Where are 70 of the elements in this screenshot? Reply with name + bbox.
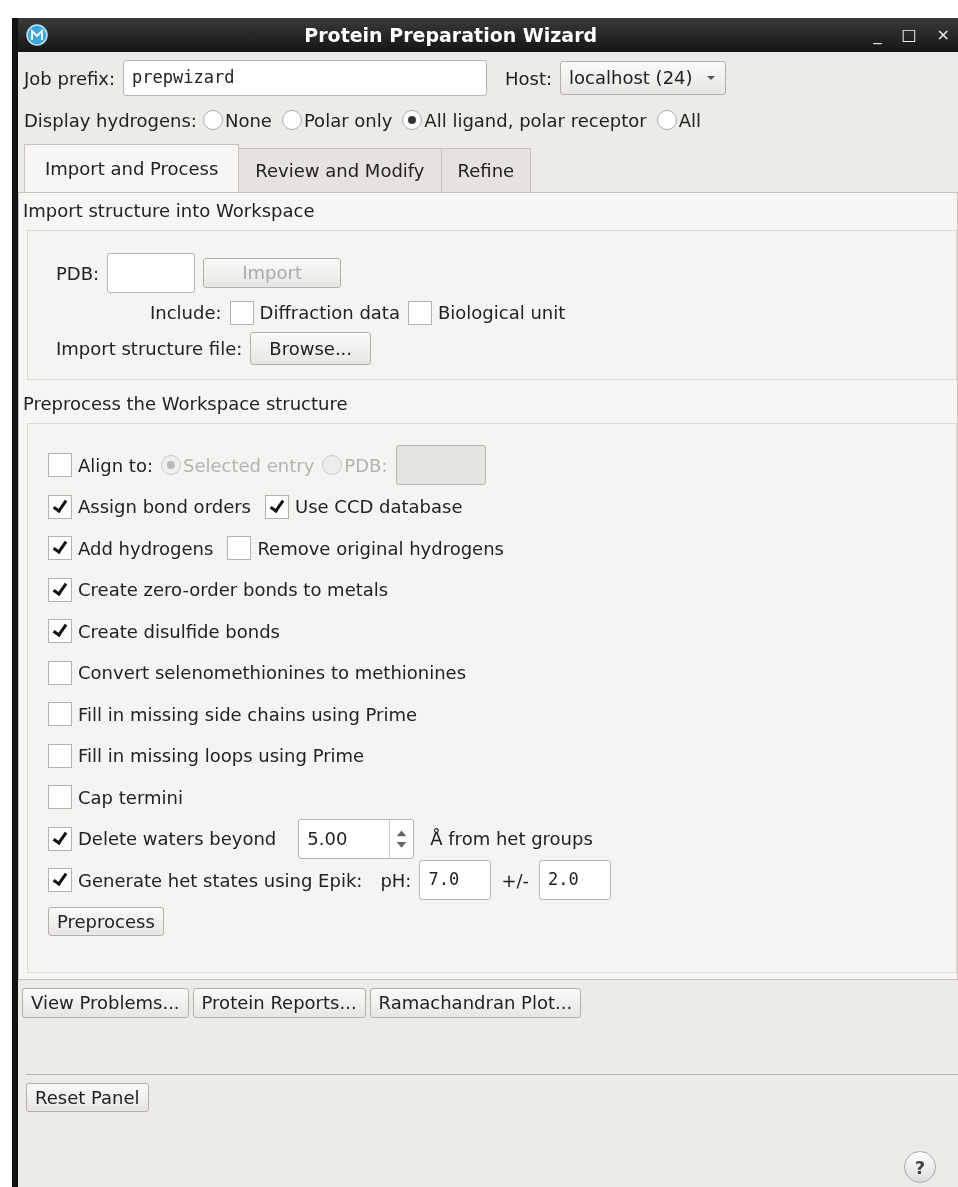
tab[interactable]: Review and Modify xyxy=(238,148,442,192)
section-title: Preprocess the Workspace structure xyxy=(22,392,349,417)
tab[interactable]: Refine xyxy=(440,148,532,192)
minimize-button[interactable]: _ xyxy=(873,23,882,47)
field-label: Include: xyxy=(150,301,222,325)
checkbox-label[interactable]: Fill in missing side chains using Prime xyxy=(78,700,418,728)
checkbox[interactable] xyxy=(48,868,72,893)
field-label: PDB: xyxy=(56,261,100,286)
field-label: Import structure file: xyxy=(56,337,243,362)
tool-button[interactable]: View Problems... xyxy=(22,988,189,1018)
radio-button[interactable] xyxy=(656,110,677,130)
browse-button[interactable]: Browse... xyxy=(250,332,372,366)
checkbox-label[interactable]: Add hydrogens xyxy=(78,534,214,562)
tab[interactable]: Import and Process xyxy=(24,144,240,192)
checkbox[interactable] xyxy=(48,702,72,727)
input-field[interactable]: 7.0 xyxy=(419,860,492,901)
checkbox[interactable] xyxy=(48,536,72,561)
spin-field[interactable]: 5.00 xyxy=(298,818,415,859)
checkbox-label[interactable]: Create disulfide bonds xyxy=(78,617,280,645)
checkbox-label[interactable]: Assign bond orders xyxy=(78,493,251,521)
input-field[interactable]: prepwizard xyxy=(123,60,488,96)
input-field[interactable]: 2.0 xyxy=(539,860,612,901)
field-label: Host: xyxy=(505,66,553,91)
radio-button[interactable] xyxy=(402,110,423,130)
checkbox-label[interactable]: Fill in missing loops using Prime xyxy=(78,742,365,770)
checkbox-label[interactable]: Cap termini xyxy=(78,783,183,811)
radio-button[interactable] xyxy=(281,110,302,130)
dropdown[interactable]: localhost (24) xyxy=(560,61,726,95)
checkbox[interactable] xyxy=(48,577,72,602)
field-label: +/- xyxy=(501,868,530,893)
tool-button[interactable]: Protein Reports... xyxy=(192,988,366,1018)
checkbox-label[interactable]: Diffraction data xyxy=(259,299,400,326)
input-field[interactable] xyxy=(395,445,486,486)
checkbox-label[interactable]: Convert selenomethionines to methionines xyxy=(78,659,467,687)
field-label: Job prefix: xyxy=(24,66,116,91)
checkbox-label[interactable]: Create zero-order bonds to metals xyxy=(78,576,389,604)
checkbox[interactable] xyxy=(229,300,254,325)
close-button[interactable]: × xyxy=(936,23,950,47)
unit-label: Å from het groups xyxy=(430,827,593,852)
spin-value: 5.00 xyxy=(306,827,349,852)
checkbox-label[interactable]: Remove original hydrogens xyxy=(257,534,504,562)
checkbox[interactable] xyxy=(48,660,72,685)
radio-label[interactable]: All xyxy=(678,106,701,134)
reset-button[interactable]: Reset Panel xyxy=(26,1082,149,1113)
checkbox[interactable] xyxy=(48,743,72,768)
maximize-button[interactable]: □ xyxy=(901,23,917,47)
window-title: Protein Preparation Wizard xyxy=(303,22,599,48)
checkbox-label[interactable]: Biological unit xyxy=(437,299,566,326)
radio-label[interactable]: All ligand, polar receptor xyxy=(424,106,647,134)
checkbox-label[interactable]: Use CCD database xyxy=(295,493,463,521)
checkbox-label[interactable]: Delete waters beyond xyxy=(78,825,277,853)
help-button[interactable]: ? xyxy=(904,1151,936,1183)
checkbox[interactable] xyxy=(227,536,252,561)
tool-button[interactable]: Ramachandran Plot... xyxy=(369,988,582,1018)
checkbox[interactable] xyxy=(48,619,72,644)
field-label: pH: xyxy=(380,868,412,893)
radio-label[interactable]: Polar only xyxy=(303,106,393,134)
input-field[interactable] xyxy=(107,253,196,293)
section-title: Import structure into Workspace xyxy=(22,199,316,223)
radio-button[interactable] xyxy=(202,110,223,130)
app-logo-icon xyxy=(26,24,48,46)
checkbox-label[interactable]: Generate het states using Epik: xyxy=(78,866,363,894)
radio-label[interactable]: None xyxy=(224,106,272,134)
checkbox[interactable] xyxy=(407,300,432,325)
checkbox[interactable] xyxy=(48,785,72,810)
checkbox[interactable] xyxy=(48,826,72,851)
checkbox[interactable] xyxy=(265,494,289,519)
field-label: Display hydrogens: xyxy=(24,108,197,133)
preprocess-button[interactable]: Preprocess xyxy=(48,906,164,937)
checkbox[interactable] xyxy=(48,494,72,519)
